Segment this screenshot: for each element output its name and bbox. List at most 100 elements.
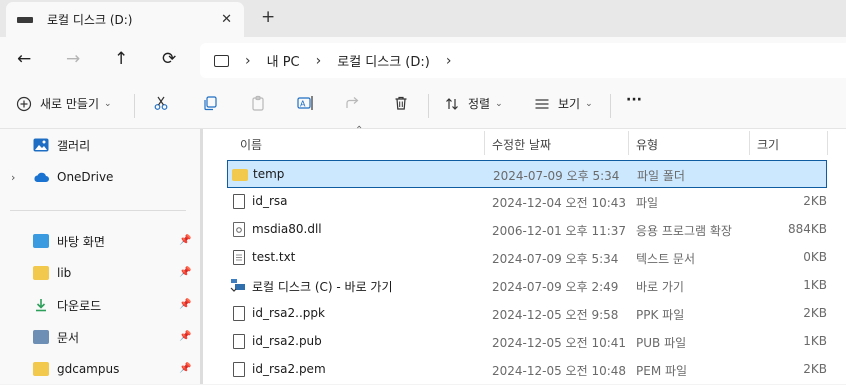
column-divider[interactable] (484, 131, 485, 155)
close-tab-icon[interactable]: ✕ (221, 12, 232, 27)
sidebar-item-documents[interactable]: 문서 📌 (0, 321, 200, 353)
column-divider[interactable] (827, 131, 828, 155)
new-label: 새로 만들기 (40, 97, 100, 111)
column-size[interactable]: 크기 (757, 136, 779, 153)
sidebar-item-onedrive[interactable]: › OneDrive (0, 161, 200, 193)
share-button[interactable] (345, 95, 361, 111)
back-button[interactable]: ← (17, 49, 31, 69)
new-tab-button[interactable]: + (261, 7, 275, 27)
file-icon (233, 362, 245, 377)
address-bar[interactable]: › 내 PC › 로컬 디스크 (D:) › (200, 43, 846, 78)
divider (10, 210, 186, 211)
file-type: PPK 파일 (636, 308, 685, 322)
sort-button[interactable]: 정렬 ⌄ (444, 95, 503, 112)
drive-icon (17, 16, 33, 23)
sort-ascending-icon: ⌃ (355, 125, 364, 136)
column-divider[interactable] (749, 131, 750, 155)
chevron-right-icon[interactable]: › (446, 53, 452, 69)
list-item[interactable]: id_rsa2.pub 2024-12-05 오전 10:41 PUB 파일 1… (227, 328, 827, 356)
folder-icon (232, 169, 248, 181)
sidebar-item-label: 바탕 화면 (57, 234, 105, 249)
file-date: 2024-12-05 오전 10:48 (492, 364, 627, 378)
cloud-icon (33, 170, 49, 184)
file-date: 2024-12-05 오전 10:41 (492, 336, 627, 350)
rename-icon: A (297, 96, 313, 110)
breadcrumb-local-disk-d[interactable]: 로컬 디스크 (D:) (337, 51, 430, 70)
file-date: 2024-07-09 오후 2:49 (492, 280, 619, 294)
tab-bar: 로컬 디스크 (D:) ✕ + (0, 0, 846, 37)
copy-icon (204, 96, 217, 111)
view-button[interactable]: 보기 ⌄ (534, 95, 593, 112)
tab-title: 로컬 디스크 (D:) (47, 13, 133, 27)
breadcrumb-my-pc[interactable]: 내 PC (267, 51, 300, 70)
chevron-down-icon: ⌄ (104, 98, 112, 109)
forward-button[interactable]: → (66, 49, 80, 69)
file-date: 2024-07-09 오후 5:34 (492, 252, 619, 266)
shortcut-icon (230, 278, 246, 294)
file-icon (233, 194, 245, 209)
file-date: 2024-12-05 오전 9:58 (492, 308, 619, 322)
column-name[interactable]: 이름 (240, 136, 262, 153)
sidebar-item-downloads[interactable]: 다운로드 📌 (0, 289, 200, 321)
column-date[interactable]: 수정한 날짜 (492, 136, 551, 153)
divider (134, 94, 135, 118)
file-name: id_rsa2.pub (252, 334, 322, 348)
copy-button[interactable] (202, 95, 218, 111)
file-icon (233, 334, 245, 349)
pin-icon[interactable]: 📌 (179, 235, 191, 246)
file-type: PEM 파일 (636, 364, 688, 378)
document-icon (33, 330, 49, 344)
list-item-temp[interactable]: temp 2024-07-09 오후 5:34 파일 폴더 (227, 160, 827, 188)
sidebar-item-gdcampus[interactable]: gdcampus 📌 (0, 353, 200, 385)
file-type: 텍스트 문서 (636, 252, 696, 266)
file-size: 2KB (803, 306, 827, 320)
clipboard-icon (252, 95, 264, 111)
sidebar-item-label: lib (57, 266, 72, 280)
sidebar-item-label: gdcampus (57, 362, 120, 376)
sidebar-item-lib[interactable]: lib 📌 (0, 257, 200, 289)
folder-icon (33, 266, 49, 280)
command-bar: 새로 만들기 ⌄ A 정렬 ⌄ 보기 ⌄ ··· (0, 83, 846, 129)
pin-icon[interactable]: 📌 (179, 267, 191, 278)
file-size: 2KB (803, 362, 827, 376)
sidebar-item-desktop[interactable]: 바탕 화면 📌 (0, 225, 200, 257)
paste-button[interactable] (250, 95, 266, 111)
divider (428, 94, 429, 118)
up-button[interactable]: ↑ (114, 49, 128, 69)
list-item[interactable]: test.txt 2024-07-09 오후 5:34 텍스트 문서 0KB (227, 244, 827, 272)
chevron-right-icon[interactable]: › (316, 53, 322, 69)
pin-icon[interactable]: 📌 (179, 299, 191, 310)
plus-circle-icon (16, 96, 32, 111)
pin-icon[interactable]: 📌 (179, 363, 191, 374)
list-item[interactable]: id_rsa2.pem 2024-12-05 오전 10:48 PEM 파일 2… (227, 356, 827, 384)
column-type[interactable]: 유형 (636, 136, 658, 153)
file-size: 0KB (803, 250, 827, 264)
refresh-button[interactable]: ⟳ (162, 49, 176, 69)
file-size: 2KB (803, 194, 827, 208)
new-button[interactable]: 새로 만들기 ⌄ (16, 95, 112, 112)
dll-file-icon (233, 222, 245, 237)
file-name: id_rsa2..ppk (252, 306, 325, 320)
delete-button[interactable] (393, 95, 409, 111)
chevron-right-icon[interactable]: › (11, 171, 25, 184)
tab-local-disk-d[interactable]: 로컬 디스크 (D:) ✕ (6, 2, 244, 37)
list-item[interactable]: 로컬 디스크 (C) - 바로 가기 2024-07-09 오후 2:49 바로… (227, 272, 827, 300)
file-name: temp (253, 167, 285, 181)
column-divider[interactable] (628, 131, 629, 155)
pin-icon[interactable]: 📌 (179, 331, 191, 342)
download-icon (33, 298, 49, 312)
list-item[interactable]: id_rsa2..ppk 2024-12-05 오전 9:58 PPK 파일 2… (227, 300, 827, 328)
chevron-right-icon[interactable]: › (245, 53, 251, 69)
sidebar-item-gallery[interactable]: 갤러리 (0, 129, 200, 161)
chevron-down-icon: ⌄ (495, 98, 503, 109)
rename-button[interactable]: A (297, 95, 315, 111)
file-name: msdia80.dll (252, 222, 322, 236)
list-item[interactable]: id_rsa 2024-12-04 오전 10:43 파일 2KB (227, 188, 827, 216)
more-options-button[interactable]: ··· (626, 92, 642, 108)
gallery-icon (33, 138, 49, 152)
trash-icon (395, 96, 407, 110)
list-item[interactable]: msdia80.dll 2006-12-01 오후 11:37 응용 프로그램 … (227, 216, 827, 244)
file-date: 2024-12-04 오전 10:43 (492, 196, 627, 210)
cut-button[interactable] (153, 95, 169, 111)
scissors-icon (154, 96, 168, 110)
